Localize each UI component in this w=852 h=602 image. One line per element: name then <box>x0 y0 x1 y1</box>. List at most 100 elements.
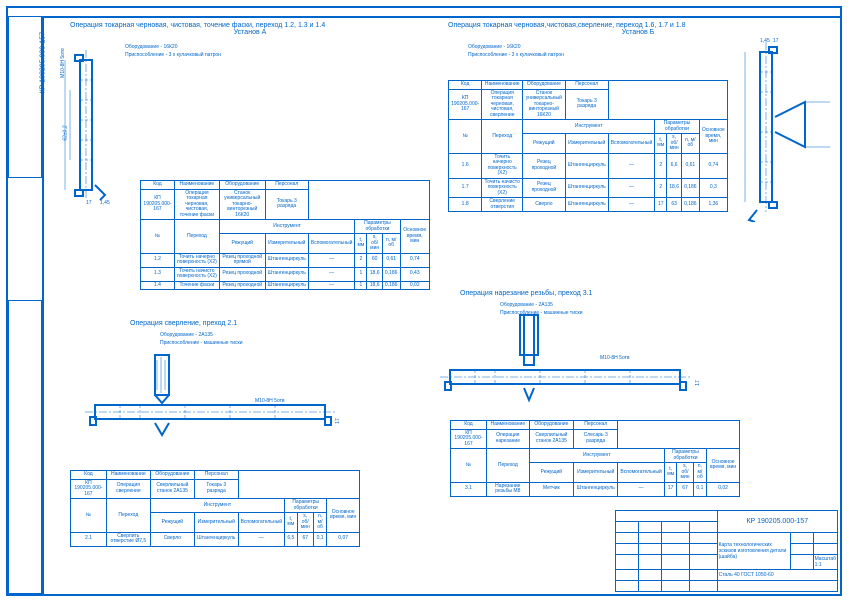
td: Сверлильный станок 2А135 <box>529 429 573 449</box>
th: s, об/мин <box>367 234 382 254</box>
op1-setup: Установ А <box>70 29 430 36</box>
tb-code: КР 190205.000-157 <box>717 511 837 533</box>
td: 1.7 <box>449 178 482 198</box>
th: Вспомогательный <box>608 134 654 154</box>
td: — <box>618 482 664 496</box>
td: Штангенциркуль <box>565 153 608 178</box>
td: 1.2 <box>141 253 175 267</box>
td: 3.1 <box>451 482 487 496</box>
th: Код <box>449 81 482 90</box>
op2-dim-d1: 1,45 <box>760 38 770 44</box>
td: Операция токарная черновая, чистовая, св… <box>482 89 523 120</box>
td: 0,1 <box>313 532 327 546</box>
op1-dim-d6: 17 <box>86 200 92 206</box>
td: Резец проходной <box>523 178 565 198</box>
td: 67 <box>677 482 693 496</box>
th: № <box>141 220 175 254</box>
td: КП 190205.000-167 <box>141 189 175 220</box>
table-row: 2.1Сверлить отверстие Ø7,5СверлоШтангенц… <box>71 532 360 546</box>
th: Параметры обработки <box>655 120 699 134</box>
td: Точить начерно поверхность (Х2) <box>174 253 219 267</box>
td: Нарезание резьбы М8 <box>486 482 529 496</box>
td: 2 <box>355 253 367 267</box>
td: Операция токарная черновая, чистовая, то… <box>174 189 219 220</box>
drawing-sheet: КР 190205.000-157 Операция токарная черн… <box>0 0 852 602</box>
td: Метчик <box>529 482 573 496</box>
th: Вспомогательный <box>618 463 664 483</box>
op4-table: КодНаименованиеОборудованиеПерсонал КП 1… <box>450 420 740 497</box>
td: 1.8 <box>449 198 482 212</box>
td: Токарь 3 разряда <box>194 479 238 499</box>
td: 1 <box>355 281 367 290</box>
op2-setup: Установ Б <box>448 29 828 36</box>
td: Штангенциркуль <box>565 178 608 198</box>
th: Параметры обработки <box>664 449 706 463</box>
table-row: 1.4Точение фаскиРезец проходнойШтангенци… <box>141 281 430 290</box>
th: Вспомогательный <box>308 234 354 254</box>
td: 0,43 <box>400 267 429 281</box>
td: 0,186 <box>682 178 700 198</box>
th: s, об/мин <box>667 134 682 154</box>
th-name: Наименование <box>174 181 219 190</box>
op2-table: КодНаименованиеОборудованиеПерсонал КП 1… <box>448 80 728 212</box>
td: Штангенциркуль <box>194 532 238 546</box>
td: Штангенциркуль <box>574 482 618 496</box>
td: 67 <box>297 532 313 546</box>
td: — <box>608 153 654 178</box>
table-row: 1.3Точить начисто поверхность (Х2)Резец … <box>141 267 430 281</box>
table-row: 1.7Точить начисто поверхность (Х2)Резец … <box>449 178 728 198</box>
td: Слесарь 3 разряда <box>574 429 618 449</box>
th: Наименование <box>486 421 529 430</box>
td: Сверлить отверстие Ø7,5 <box>106 532 150 546</box>
side-box-bottom <box>8 300 42 594</box>
th: № <box>449 120 482 154</box>
titleblock: КР 190205.000-157 Карта технологических … <box>615 510 838 592</box>
op1-section: Операция токарная черновая, чистовая, то… <box>70 22 430 36</box>
td: Токарь 3 разряда <box>565 89 608 120</box>
th: Переход <box>486 449 529 483</box>
td: Штангенциркуль <box>265 253 308 267</box>
td: КП 190205.000-167 <box>451 429 487 449</box>
td: 18,6 <box>367 267 382 281</box>
op2-title: Операция токарная черновая,чистовая,свер… <box>448 22 828 29</box>
op3-dim-d1: M10-8H 5отв <box>255 398 285 404</box>
th: Режущий <box>150 513 194 533</box>
th: Переход <box>482 120 523 154</box>
td: Операция сверления <box>106 479 150 499</box>
th: Персонал <box>565 81 608 90</box>
tb-main: Карта технологических эскизов изготовлен… <box>717 533 790 570</box>
op4-equip: Оборудование - 2А135 <box>500 302 553 308</box>
td: Штангенциркуль <box>565 198 608 212</box>
td: 1.4 <box>141 281 175 290</box>
op3-title: Операция сверление, преход 2.1 <box>130 320 390 327</box>
th: Наименование <box>106 471 150 480</box>
th: Режущий <box>529 463 573 483</box>
td: 18,6 <box>367 281 382 290</box>
side-box-top <box>8 16 42 178</box>
op3-equip: Оборудование - 2А135 <box>160 332 213 338</box>
th: Код <box>71 471 107 480</box>
td: 6,5 <box>285 532 298 546</box>
td: Точить начисто поверхность (Х2) <box>174 267 219 281</box>
th: t, мм <box>285 513 298 533</box>
op1-dim-d1: M10-8H 5отв <box>60 48 66 78</box>
th: Код <box>451 421 487 430</box>
th: Оборудование <box>529 421 573 430</box>
td: КП 190205.000-167 <box>449 89 482 120</box>
th: Основное время, мин <box>699 120 727 154</box>
td: Сверлильный станок 2А135 <box>150 479 194 499</box>
td: Точить начисто поверхность (Х2) <box>482 178 523 198</box>
td: 1 <box>355 267 367 281</box>
op2-fixture: Приспособление - 3 х кулачковый патрон <box>468 52 564 58</box>
op2-section: Операция токарная черновая,чистовая,свер… <box>448 22 828 36</box>
th: Измерительный <box>574 463 618 483</box>
side-label-code: КР 190205.000-157 <box>39 32 46 94</box>
td: — <box>608 178 654 198</box>
op1-table: КодНаименованиеОборудованиеПерсонал КП 1… <box>140 180 430 290</box>
th: n, м/об <box>693 463 707 483</box>
th: n, м/об <box>682 134 700 154</box>
td: 0,74 <box>400 253 429 267</box>
op4-dim-d1: M10-8H 5отв <box>600 355 630 361</box>
op2-dim-d2: 17 <box>773 38 779 44</box>
td: 6,6 <box>667 153 682 178</box>
